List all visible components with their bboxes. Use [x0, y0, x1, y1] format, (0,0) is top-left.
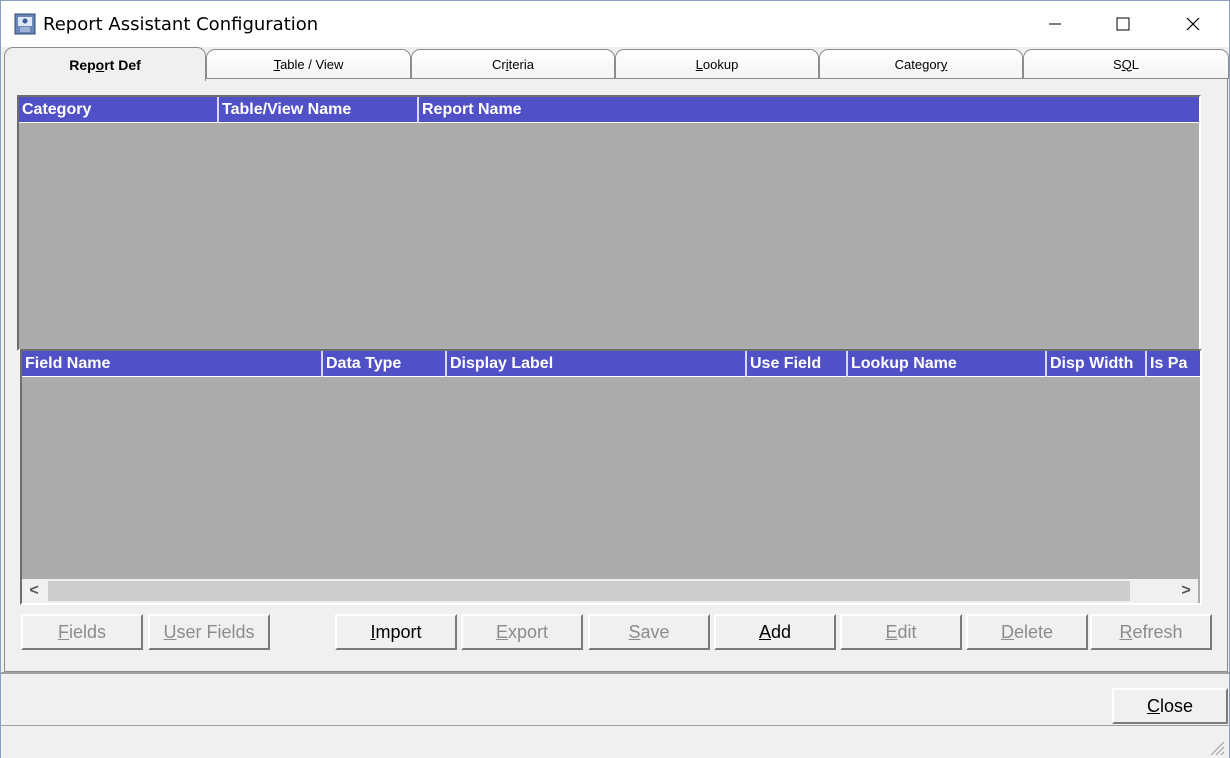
tab-label: Table / View: [273, 56, 344, 72]
column-header-table-view-name[interactable]: Table/View Name: [219, 97, 419, 123]
close-icon: [1186, 17, 1200, 31]
button-label: Import: [370, 621, 422, 642]
button-label: Close: [1146, 695, 1194, 716]
tab-lookup[interactable]: Lookup: [615, 49, 819, 79]
column-header-use-field[interactable]: Use Field: [747, 351, 848, 377]
tab-label: SQL: [1112, 56, 1140, 72]
tab-label: Report Def: [69, 56, 141, 73]
window-title: Report Assistant Configuration: [43, 14, 319, 35]
tab-strip: Report Def Table / View Criteria Lookup …: [1, 47, 1229, 81]
button-label: Edit: [885, 621, 917, 642]
resize-grip-icon[interactable]: [1205, 736, 1225, 756]
report-app-icon: [14, 13, 36, 35]
button-label: Refresh: [1119, 621, 1183, 642]
close-window-button[interactable]: [1159, 1, 1227, 47]
tab-report-def[interactable]: Report Def: [4, 47, 206, 81]
report-def-panel: Category Table/View Name Report Name Fie…: [4, 78, 1228, 672]
column-header-category[interactable]: Category: [19, 97, 219, 123]
tab-label: Criteria: [492, 56, 534, 72]
column-header-display-label[interactable]: Display Label: [447, 351, 747, 377]
tab-table-view[interactable]: Table / View: [206, 49, 411, 79]
column-header-field-name[interactable]: Field Name: [22, 351, 323, 377]
button-label: Export: [495, 621, 549, 642]
user-fields-button[interactable]: User Fields: [148, 614, 270, 650]
button-label: Add: [758, 621, 792, 642]
field-grid-header: Field Name Data Type Display Label Use F…: [22, 351, 1200, 377]
scroll-left-arrow[interactable]: <: [22, 579, 46, 603]
export-button[interactable]: Export: [461, 614, 583, 650]
minimize-button[interactable]: [1021, 1, 1089, 47]
tab-category[interactable]: Category: [819, 49, 1023, 79]
save-button[interactable]: Save: [588, 614, 710, 650]
delete-button[interactable]: Delete: [966, 614, 1088, 650]
tab-criteria[interactable]: Criteria: [411, 49, 615, 79]
column-header-disp-width[interactable]: Disp Width: [1047, 351, 1147, 377]
column-header-is-pa[interactable]: Is Pa: [1147, 351, 1200, 377]
minimize-icon: [1049, 23, 1061, 25]
tab-label: Lookup: [695, 56, 739, 72]
maximize-icon: [1116, 17, 1130, 31]
maximize-button[interactable]: [1089, 1, 1157, 47]
tab-sql[interactable]: SQL: [1023, 49, 1229, 79]
tab-label: Category: [894, 56, 948, 72]
column-header-lookup-name[interactable]: Lookup Name: [848, 351, 1047, 377]
field-grid[interactable]: Field Name Data Type Display Label Use F…: [20, 349, 1202, 605]
chevron-left-icon: <: [29, 582, 39, 599]
close-button[interactable]: Close: [1112, 688, 1228, 724]
button-label: User Fields: [163, 621, 255, 642]
scrollbar-thumb[interactable]: [48, 581, 1130, 601]
column-header-report-name[interactable]: Report Name: [419, 97, 1199, 123]
status-bar: [1, 725, 1229, 758]
field-grid-horizontal-scrollbar[interactable]: < >: [22, 579, 1198, 603]
report-assistant-window: Report Assistant Configuration Report De…: [0, 0, 1230, 758]
button-label: Fields: [57, 621, 107, 642]
import-button[interactable]: Import: [335, 614, 457, 650]
add-button[interactable]: Add: [714, 614, 836, 650]
button-label: Delete: [1000, 621, 1054, 642]
panel-separator: [1, 672, 1229, 674]
scroll-right-arrow[interactable]: >: [1174, 579, 1198, 603]
column-header-data-type[interactable]: Data Type: [323, 351, 447, 377]
button-label: Save: [628, 621, 670, 642]
report-grid-header: Category Table/View Name Report Name: [19, 97, 1199, 123]
title-bar: Report Assistant Configuration: [1, 1, 1229, 47]
edit-button[interactable]: Edit: [840, 614, 962, 650]
chevron-right-icon: >: [1181, 582, 1191, 599]
report-grid[interactable]: Category Table/View Name Report Name: [17, 95, 1201, 351]
refresh-button[interactable]: Refresh: [1090, 614, 1212, 650]
fields-button[interactable]: Fields: [21, 614, 143, 650]
